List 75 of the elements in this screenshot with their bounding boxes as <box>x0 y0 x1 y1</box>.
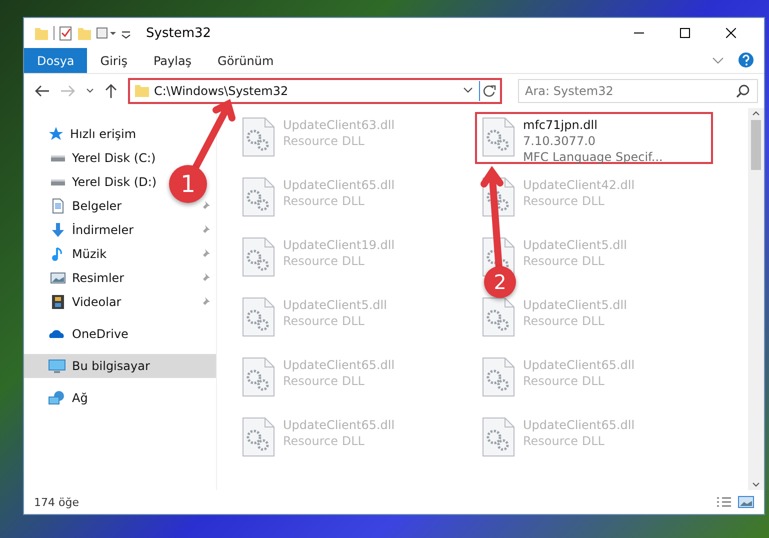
film-icon <box>50 294 66 310</box>
file-detail: Resource DLL <box>283 193 366 209</box>
window-title: System32 <box>146 26 212 40</box>
sidebar-label: Bu bilgisayar <box>72 359 150 373</box>
maximize-icon <box>680 28 690 38</box>
document-icon <box>50 198 66 214</box>
large-icons-view-icon[interactable] <box>738 496 754 508</box>
file-name: mfc71jpn.dll <box>523 117 598 133</box>
scrollbar[interactable] <box>748 108 764 490</box>
file-name: UpdateClient65.dll <box>283 417 395 433</box>
file-detail: Resource DLL <box>523 313 606 329</box>
file-name: UpdateClient65.dll <box>523 417 635 433</box>
gear-file-icon <box>241 297 275 337</box>
gear-file-icon <box>241 357 275 397</box>
file-name: UpdateClient5.dll <box>523 297 627 313</box>
gear-file-icon <box>481 357 515 397</box>
picture-icon <box>50 270 66 286</box>
sidebar-item[interactable]: OneDrive <box>72 327 128 341</box>
scrollbar-thumb[interactable] <box>751 120 761 170</box>
chevron-down-icon <box>86 88 94 94</box>
sidebar-item[interactable]: Belgeler <box>72 199 122 213</box>
file-detail: Resource DLL <box>283 433 366 449</box>
gear-file-icon <box>481 417 515 457</box>
sidebar-item[interactable]: İndirmeler <box>72 223 134 237</box>
ribbon-tab[interactable]: Dosya <box>24 48 88 73</box>
ribbon-tab[interactable]: Giriş <box>87 48 140 73</box>
drive-icon <box>50 154 66 162</box>
sidebar-item[interactable]: Resimler <box>72 271 124 285</box>
file-tile[interactable]: mfc71jpn.dll 7.10.3077.0 MFC Language Specif... <box>475 112 713 164</box>
file-name: UpdateClient65.dll <box>283 357 395 373</box>
file-name: UpdateClient65.dll <box>523 357 635 373</box>
search-field[interactable]: Ara: System32 <box>518 79 758 103</box>
sidebar-item[interactable]: Bu bilgisayar <box>24 354 216 378</box>
file-detail: Resource DLL <box>283 373 366 389</box>
gear-file-icon <box>241 417 275 457</box>
sidebar-item[interactable]: Yerel Disk (C:) <box>72 151 156 165</box>
file-name: UpdateClient42.dll <box>523 177 635 193</box>
gear-file-icon <box>241 177 275 217</box>
file-detail: Resource DLL <box>283 253 366 269</box>
file-name: UpdateClient5.dll <box>523 237 627 253</box>
gear-file-icon <box>481 117 515 157</box>
file-description: MFC Language Specif... <box>523 149 663 165</box>
sidebar-item[interactable]: Videolar <box>72 295 122 309</box>
gear-file-icon <box>241 117 275 157</box>
sidebar-item[interactable]: Hızlı erişim <box>70 127 136 141</box>
file-detail: 7.10.3077.0 <box>523 133 597 149</box>
download-arrow-icon <box>50 222 66 238</box>
file-detail: Resource DLL <box>283 133 366 149</box>
ribbon-tab[interactable]: Görünüm <box>204 48 287 73</box>
gear-file-icon <box>481 297 515 337</box>
address-path: C:\Windows\System32 <box>153 84 290 98</box>
drive-icon <box>50 178 66 186</box>
close-icon <box>726 28 736 38</box>
file-name: UpdateClient63.dll <box>283 117 395 133</box>
file-detail: Resource DLL <box>523 193 606 209</box>
star-icon <box>48 126 64 142</box>
ribbon-tab[interactable]: Paylaş <box>140 48 205 73</box>
file-name: UpdateClient5.dll <box>283 297 387 313</box>
file-detail: Resource DLL <box>523 373 606 389</box>
sidebar-item[interactable]: Yerel Disk (D:) <box>72 175 157 189</box>
folder-icon <box>134 84 150 98</box>
sidebar-item[interactable]: Ağ <box>72 391 88 405</box>
details-view-icon[interactable] <box>716 496 732 508</box>
monitor-icon <box>48 358 66 374</box>
chevron-down-icon[interactable] <box>463 87 473 95</box>
file-name: UpdateClient65.dll <box>283 177 395 193</box>
gear-file-icon <box>241 237 275 277</box>
file-detail: Resource DLL <box>523 253 606 269</box>
network-icon <box>48 390 66 406</box>
sidebar-item[interactable]: Müzik <box>72 247 107 261</box>
item-count: 174 öğe <box>34 496 80 508</box>
file-name: UpdateClient19.dll <box>283 237 395 253</box>
address-field[interactable]: C:\Windows\System32 <box>128 78 502 104</box>
file-detail: Resource DLL <box>283 313 366 329</box>
file-detail: Resource DLL <box>523 433 606 449</box>
